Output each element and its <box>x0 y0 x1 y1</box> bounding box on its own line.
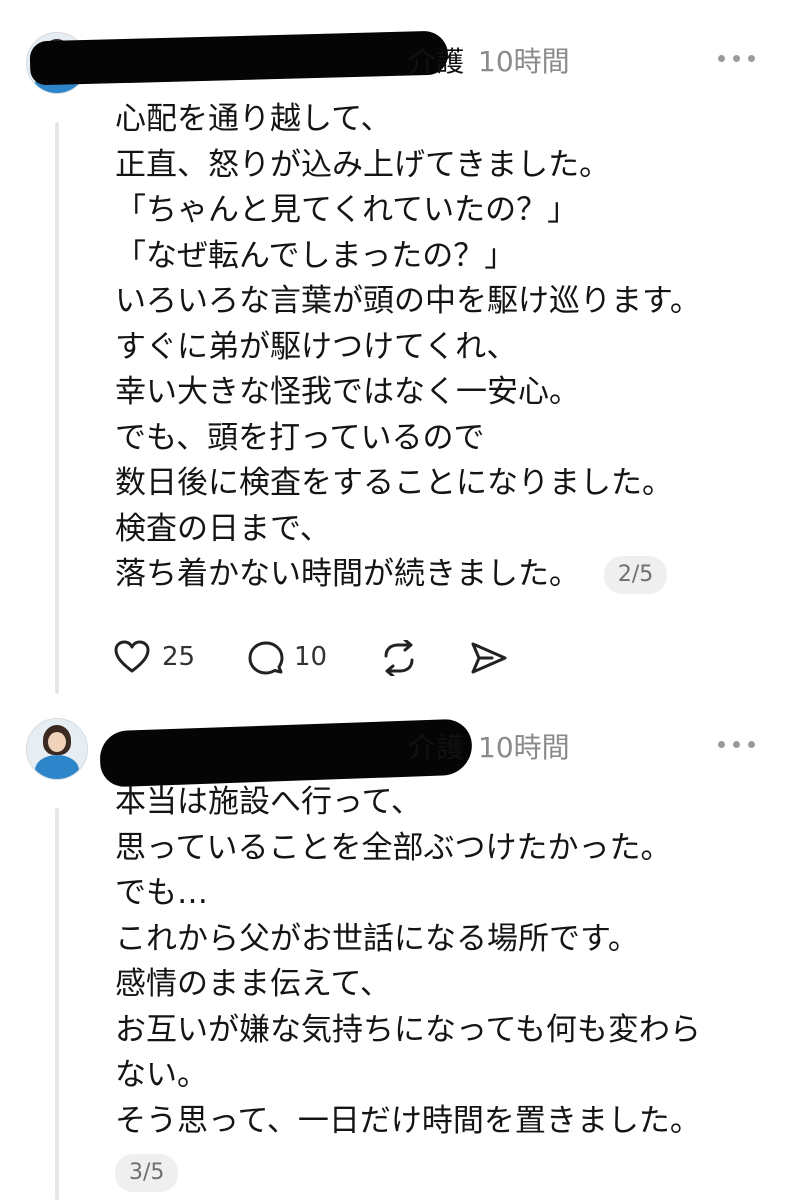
post-line: 数日後に検査をすることになりました。 <box>115 465 673 501</box>
post[interactable]: masakoyamagu 介護 10時間 心配を通り越して、 正直、怒りが込み上… <box>0 0 788 700</box>
repost-icon <box>384 640 414 676</box>
post-line: これから父がお世話になる場所です。 <box>115 920 639 957</box>
post-time: 10時間 <box>478 731 570 764</box>
post-line: すぐに弟が駆けつけてくれ、 <box>115 328 518 365</box>
post-line: お互いが嫌な気持ちになっても何も変わら <box>115 1011 701 1048</box>
category-tag[interactable]: 介護 <box>408 726 464 766</box>
share-icon <box>471 642 507 674</box>
post-line: 思っていることを全部ぶつけたかった。 <box>115 829 672 866</box>
post-body: 心配を通り越して、 正直、怒りが込み上げてきました。 「ちゃんと見てくれていたの… <box>115 97 701 598</box>
comment-icon <box>248 641 284 675</box>
reply-count: 10 <box>294 642 328 672</box>
post-time: 10時間 <box>478 45 570 78</box>
repost-button[interactable] <box>380 638 420 678</box>
post-line: 本当は施設へ行って、 <box>115 784 422 820</box>
share-button[interactable] <box>470 638 510 678</box>
redaction-mark <box>29 30 449 86</box>
thread-feed: masakoyamagu 介護 10時間 心配を通り越して、 正直、怒りが込み上… <box>0 0 788 1200</box>
more-options-icon[interactable] <box>718 734 758 754</box>
post-line-text: 落ち着かない時間が続きました。 <box>115 556 580 592</box>
thread-line <box>55 808 59 1200</box>
post-line: 「ちゃんと見てくれていたの？」 <box>115 192 579 228</box>
post-body: 本当は施設へ行って、 思っていることを全部ぶつけたかった。 でも… これから父が… <box>115 780 701 1144</box>
avatar[interactable] <box>26 718 88 780</box>
post-line: 感情のまま伝えて、 <box>115 966 391 1002</box>
heart-icon <box>114 640 150 673</box>
post-line: でも、頭を打っているので <box>115 419 485 456</box>
thread-line <box>55 122 59 694</box>
page-indicator: 2/5 <box>603 556 668 594</box>
category-tag[interactable]: 介護 <box>408 40 464 80</box>
post-line: 幸い大きな怪我ではなく一安心。 <box>115 374 580 410</box>
like-count: 25 <box>162 642 196 672</box>
post-line: 検査の日まで、 <box>115 510 331 547</box>
post-line: いろいろな言葉が頭の中を駆け巡ります。 <box>115 283 701 319</box>
page-indicator: 3/5 <box>115 1154 179 1192</box>
like-button[interactable]: 25 <box>114 638 204 678</box>
post-line: でも… <box>115 875 208 911</box>
post-line: ない。 <box>115 1057 208 1093</box>
post-line: 落ち着かない時間が続きました。 2/5 <box>115 552 701 598</box>
post-line: そう思って、一日だけ時間を置きました。 <box>115 1102 701 1139</box>
more-options-icon[interactable] <box>718 48 758 68</box>
post[interactable]: m 介護 10時間 本当は施設へ行って、 思っていることを全部ぶつけたかった。 … <box>0 700 788 1200</box>
post-line: 正直、怒りが込み上げてきました。 <box>115 146 611 183</box>
reply-button[interactable]: 10 <box>248 638 338 678</box>
post-line: 「なぜ転んでしまったの？」 <box>115 237 516 274</box>
post-line: 心配を通り越して、 <box>115 101 392 137</box>
